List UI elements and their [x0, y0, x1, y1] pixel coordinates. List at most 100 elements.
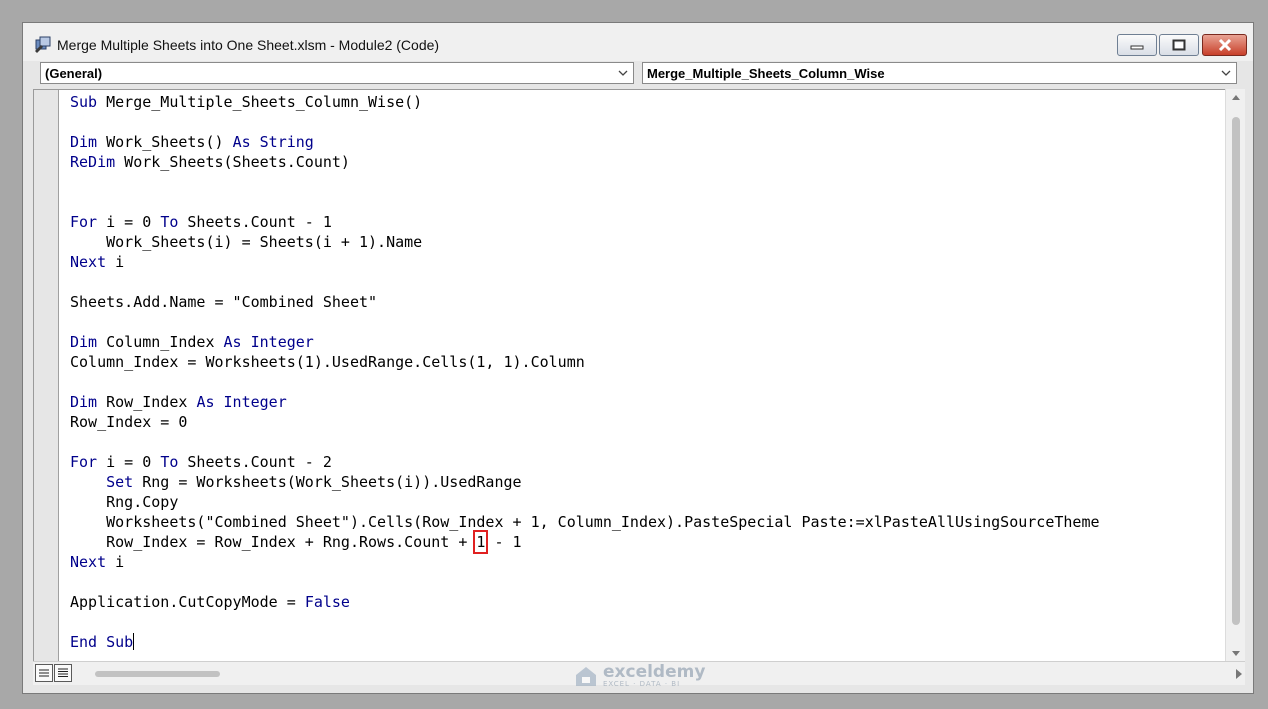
- vba-keyword: For: [70, 453, 98, 471]
- object-dropdown-value: (General): [45, 66, 103, 81]
- code-token: Work_Sheets(): [97, 133, 233, 151]
- code-line[interactable]: Rng.Copy: [70, 492, 1100, 512]
- code-token: i: [106, 253, 125, 271]
- code-line[interactable]: Dim Row_Index As Integer: [70, 392, 1100, 412]
- minimize-button[interactable]: [1117, 34, 1157, 56]
- vba-keyword: Dim: [70, 133, 98, 151]
- code-line[interactable]: Column_Index = Worksheets(1).UsedRange.C…: [70, 352, 1100, 372]
- vba-keyword: Integer: [250, 333, 314, 351]
- code-line[interactable]: Row_Index = 0: [70, 412, 1100, 432]
- vba-module-icon: [35, 36, 51, 53]
- procedure-view-icon: [39, 669, 49, 677]
- vba-code-window: Merge Multiple Sheets into One Sheet.xls…: [22, 22, 1254, 694]
- code-line[interactable]: Row_Index = Row_Index + Rng.Rows.Count +…: [70, 530, 1100, 554]
- code-line[interactable]: [70, 192, 1100, 212]
- watermark-brand: exceldemy: [603, 662, 706, 682]
- vba-keyword: Dim: [70, 393, 98, 411]
- code-token: Sheets.Add.Name = "Combined Sheet": [70, 293, 378, 311]
- maximize-button[interactable]: [1159, 34, 1199, 56]
- scroll-up-icon[interactable]: [1226, 89, 1246, 105]
- vba-keyword: Next: [70, 253, 107, 271]
- procedure-view-button[interactable]: [35, 664, 53, 682]
- vba-keyword: ReDim: [70, 153, 116, 171]
- vba-keyword: Next: [70, 553, 107, 571]
- code-line[interactable]: Worksheets("Combined Sheet").Cells(Row_I…: [70, 512, 1100, 532]
- code-token: Row_Index: [97, 393, 197, 411]
- vba-keyword: Sub: [70, 93, 98, 111]
- procedure-dropdown[interactable]: Merge_Multiple_Sheets_Column_Wise: [642, 62, 1237, 84]
- horizontal-scroll-thumb[interactable]: [95, 671, 220, 677]
- vba-keyword: Integer: [223, 393, 287, 411]
- vba-keyword: To: [160, 453, 179, 471]
- code-line[interactable]: Dim Column_Index As Integer: [70, 332, 1100, 352]
- vba-keyword: False: [304, 593, 350, 611]
- code-token: - 1: [485, 533, 522, 551]
- vba-keyword: As: [196, 393, 215, 411]
- exceldemy-logo-icon: [576, 667, 596, 686]
- code-line[interactable]: For i = 0 To Sheets.Count - 2: [70, 452, 1100, 472]
- chevron-down-icon[interactable]: [615, 64, 631, 82]
- full-module-view-button[interactable]: [54, 664, 72, 682]
- code-line[interactable]: [70, 172, 1100, 192]
- chevron-down-icon[interactable]: [1218, 64, 1234, 82]
- code-line[interactable]: [70, 272, 1100, 292]
- code-token: Sheets.Count - 1: [178, 213, 332, 231]
- code-line[interactable]: For i = 0 To Sheets.Count - 1: [70, 212, 1100, 232]
- title-bar: Merge Multiple Sheets into One Sheet.xls…: [23, 23, 1253, 61]
- code-token: i = 0: [97, 453, 161, 471]
- vertical-scroll-thumb[interactable]: [1232, 117, 1240, 625]
- vba-keyword: End Sub: [70, 633, 134, 651]
- vba-keyword: String: [259, 133, 314, 151]
- vba-keyword: For: [70, 213, 98, 231]
- code-token: Rng = Worksheets(Work_Sheets(i)).UsedRan…: [133, 473, 522, 491]
- code-token: Merge_Multiple_Sheets_Column_Wise(): [97, 93, 423, 111]
- full-module-view-icon: [58, 668, 68, 677]
- scroll-down-icon[interactable]: [1226, 645, 1246, 661]
- code-line[interactable]: Sub Merge_Multiple_Sheets_Column_Wise(): [70, 92, 1100, 112]
- code-line[interactable]: Sheets.Add.Name = "Combined Sheet": [70, 292, 1100, 312]
- code-line[interactable]: Work_Sheets(i) = Sheets(i + 1).Name: [70, 232, 1100, 252]
- code-line[interactable]: Next i: [70, 252, 1100, 272]
- scroll-right-icon[interactable]: [1236, 666, 1242, 684]
- vba-keyword: Set: [106, 473, 134, 491]
- minimize-icon: [1130, 45, 1144, 50]
- code-token: Work_Sheets(Sheets.Count): [115, 153, 350, 171]
- code-line[interactable]: [70, 612, 1100, 632]
- code-line[interactable]: ReDim Work_Sheets(Sheets.Count): [70, 152, 1100, 172]
- exceldemy-watermark: exceldemy EXCEL · DATA · BI: [573, 664, 705, 688]
- window-title: Merge Multiple Sheets into One Sheet.xls…: [57, 37, 440, 53]
- code-text[interactable]: Sub Merge_Multiple_Sheets_Column_Wise() D…: [70, 92, 1100, 652]
- vba-keyword: As: [232, 133, 251, 151]
- object-dropdown[interactable]: (General): [40, 62, 634, 84]
- text-cursor: [133, 633, 135, 650]
- code-line[interactable]: Application.CutCopyMode = False: [70, 592, 1100, 612]
- code-token: Work_Sheets(i) = Sheets(i + 1).Name: [70, 233, 423, 251]
- code-line[interactable]: Dim Work_Sheets() As String: [70, 132, 1100, 152]
- code-line[interactable]: [70, 112, 1100, 132]
- code-line[interactable]: [70, 312, 1100, 332]
- code-line[interactable]: [70, 572, 1100, 592]
- code-token: Rng.Copy: [70, 493, 179, 511]
- code-token: Application.CutCopyMode =: [70, 593, 305, 611]
- code-line[interactable]: [70, 432, 1100, 452]
- code-line[interactable]: Set Rng = Worksheets(Work_Sheets(i)).Use…: [70, 472, 1100, 492]
- vba-keyword: Dim: [70, 333, 98, 351]
- code-line[interactable]: End Sub: [70, 632, 1100, 652]
- horizontal-scrollbar-bar: exceldemy EXCEL · DATA · BI: [33, 661, 1245, 688]
- code-editor[interactable]: Sub Merge_Multiple_Sheets_Column_Wise() D…: [33, 89, 1245, 661]
- vba-keyword: As: [223, 333, 242, 351]
- vba-keyword: To: [160, 213, 179, 231]
- margin-indicator-bar[interactable]: [34, 90, 59, 661]
- code-token: Row_Index = 0: [70, 413, 188, 431]
- procedure-dropdown-value: Merge_Multiple_Sheets_Column_Wise: [647, 66, 885, 81]
- code-line[interactable]: [70, 372, 1100, 392]
- close-icon: [1218, 39, 1231, 51]
- close-button[interactable]: [1202, 34, 1247, 56]
- code-token: Worksheets("Combined Sheet").Cells(Row_I…: [70, 513, 1100, 531]
- code-line[interactable]: Next i: [70, 552, 1100, 572]
- vertical-scrollbar[interactable]: [1225, 89, 1245, 661]
